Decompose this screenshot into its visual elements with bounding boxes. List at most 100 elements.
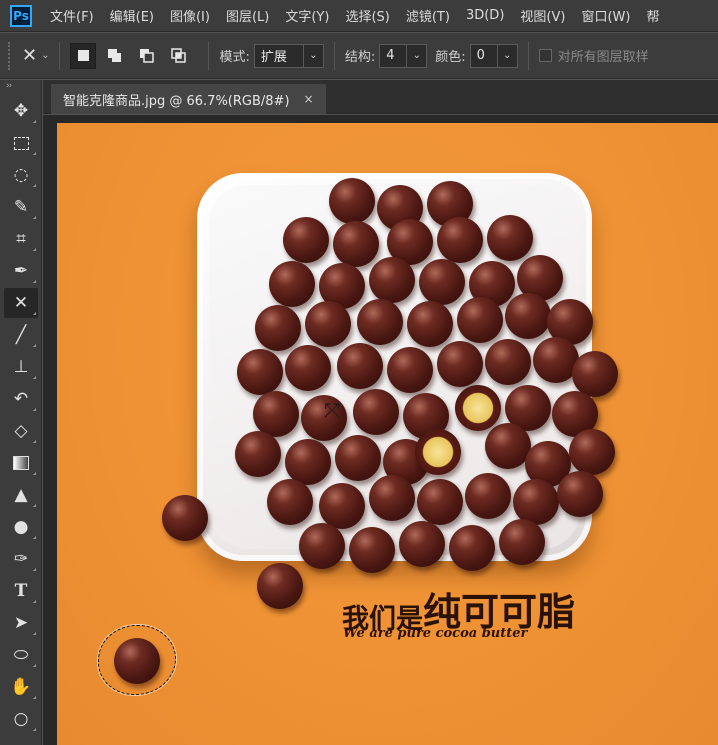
- chocolate-ball: [457, 297, 503, 343]
- hand-icon: ✋: [10, 677, 32, 697]
- dodge-tool[interactable]: ●: [4, 512, 38, 542]
- divider: [333, 41, 335, 70]
- chocolate-ball: [335, 435, 381, 481]
- chocolate-ball: [369, 257, 415, 303]
- chocolate-ball: [499, 519, 545, 565]
- cut-chocolate-ball: [415, 429, 461, 475]
- options-grip[interactable]: [8, 41, 12, 70]
- menu-3d[interactable]: 3D(D): [458, 8, 512, 23]
- crop-icon: ⌗: [16, 229, 26, 249]
- chocolate-ball: [329, 178, 375, 224]
- menu-file[interactable]: 文件(F): [42, 6, 102, 25]
- zoom-tool[interactable]: ○: [4, 704, 38, 734]
- menu-view[interactable]: 视图(V): [512, 6, 573, 25]
- chocolate-ball: [569, 429, 615, 475]
- chocolate-ball: [369, 475, 415, 521]
- path-select-tool[interactable]: ➤: [4, 608, 38, 638]
- magic-wand-icon: ✎: [13, 197, 29, 217]
- content-aware-move-icon: ✕: [13, 293, 29, 313]
- canvas-workspace[interactable]: 我们是 纯可可脂 We are pure cocoa butter ⤧: [43, 115, 718, 745]
- add-selection-button[interactable]: [102, 43, 128, 69]
- lasso-tool[interactable]: ◌: [4, 160, 38, 190]
- content-aware-move-tool[interactable]: ✕: [4, 288, 38, 318]
- gradient-tool[interactable]: [4, 448, 38, 478]
- menu-select[interactable]: 选择(S): [337, 6, 397, 25]
- lasso-selection[interactable]: [98, 625, 176, 695]
- blur-icon: ▲: [14, 485, 28, 505]
- subtract-selection-icon: [140, 48, 155, 63]
- menu-help[interactable]: 帮: [638, 6, 667, 25]
- structure-label: 结构:: [344, 50, 376, 65]
- chevron-down-icon: ⌄: [496, 44, 517, 67]
- document-tab[interactable]: 智能克隆商品.jpg @ 66.7%(RGB/8#) ×: [51, 84, 326, 114]
- chocolate-ball: [235, 431, 281, 477]
- dodge-icon: ●: [13, 517, 29, 537]
- history-brush-icon: ↶: [13, 389, 29, 409]
- brush-tool[interactable]: ╱: [4, 320, 38, 350]
- chocolate-ball: [337, 343, 383, 389]
- chocolate-ball: [162, 495, 208, 541]
- intersect-selection-icon: [171, 47, 187, 63]
- structure-select[interactable]: 4 ⌄: [379, 43, 428, 68]
- menu-filter[interactable]: 滤镜(T): [398, 6, 458, 25]
- menu-type[interactable]: 文字(Y): [277, 6, 337, 25]
- divider: [527, 41, 529, 70]
- hand-tool[interactable]: ✋: [4, 672, 38, 702]
- ellipse-icon: ⬭: [13, 645, 29, 665]
- structure-value: 4: [386, 48, 395, 63]
- close-icon[interactable]: ×: [304, 92, 314, 106]
- color-select[interactable]: 0 ⌄: [469, 43, 518, 68]
- quick-select-tool[interactable]: ✎: [4, 192, 38, 222]
- chocolate-ball: [437, 341, 483, 387]
- collapse-panel-icon[interactable]: ››: [0, 80, 41, 94]
- tool-preset-picker[interactable]: ✕ ⌄: [22, 45, 49, 66]
- move-tool[interactable]: ✥: [4, 96, 38, 126]
- chocolate-ball: [437, 217, 483, 263]
- stamp-icon: ⊥: [13, 357, 29, 377]
- subtract-selection-button[interactable]: [134, 43, 160, 69]
- chocolate-ball: [407, 301, 453, 347]
- chocolate-ball: [572, 351, 618, 397]
- document-canvas[interactable]: 我们是 纯可可脂 We are pure cocoa butter ⤧: [57, 123, 718, 745]
- chevron-down-icon: ⌄: [302, 44, 323, 67]
- chocolate-ball: [255, 305, 301, 351]
- ellipse-tool[interactable]: ⬭: [4, 640, 38, 670]
- mode-select[interactable]: 扩展 ⌄: [253, 43, 324, 68]
- type-tool[interactable]: T: [4, 576, 38, 606]
- intersect-selection-button[interactable]: [166, 43, 192, 69]
- history-brush-tool[interactable]: ↶: [4, 384, 38, 414]
- move-icon: ✥: [13, 101, 29, 121]
- menu-edit[interactable]: 编辑(E): [102, 6, 162, 25]
- new-selection-button[interactable]: [70, 42, 97, 69]
- chocolate-ball: [237, 349, 283, 395]
- marquee-tool[interactable]: [4, 128, 38, 158]
- brush-icon: ╱: [15, 325, 27, 345]
- chocolate-ball: [465, 473, 511, 519]
- options-bar: ✕ ⌄ 模式: 扩展 ⌄ 结构: 4 ⌄ 颜色: 0 ⌄ 对所有图层取样: [0, 33, 718, 79]
- chocolate-ball: [357, 299, 403, 345]
- marquee-icon: [13, 136, 29, 150]
- chocolate-ball: [333, 221, 379, 267]
- menu-layer[interactable]: 图层(L): [218, 6, 277, 25]
- eraser-tool[interactable]: ◇: [4, 416, 38, 446]
- chocolate-ball: [305, 301, 351, 347]
- pen-icon: ✑: [13, 549, 29, 569]
- divider: [59, 41, 61, 70]
- eyedropper-tool[interactable]: ✒: [4, 256, 38, 286]
- chocolate-ball: [419, 259, 465, 305]
- type-icon: T: [14, 581, 28, 601]
- color-value: 0: [476, 48, 485, 63]
- zoom-icon: ○: [13, 709, 29, 729]
- chocolate-ball: [417, 479, 463, 525]
- blur-tool[interactable]: ▲: [4, 480, 38, 510]
- menu-window[interactable]: 窗口(W): [573, 6, 638, 25]
- menu-image[interactable]: 图像(I): [162, 6, 218, 25]
- chocolate-ball: [485, 339, 531, 385]
- menu-bar: Ps 文件(F) 编辑(E) 图像(I) 图层(L) 文字(Y) 选择(S) 滤…: [0, 0, 718, 32]
- chocolate-ball: [399, 521, 445, 567]
- crop-tool[interactable]: ⌗: [4, 224, 38, 254]
- chevron-down-icon: ⌄: [41, 50, 50, 61]
- pen-tool[interactable]: ✑: [4, 544, 38, 574]
- clone-stamp-tool[interactable]: ⊥: [4, 352, 38, 382]
- sample-all-layers-checkbox[interactable]: [538, 49, 552, 62]
